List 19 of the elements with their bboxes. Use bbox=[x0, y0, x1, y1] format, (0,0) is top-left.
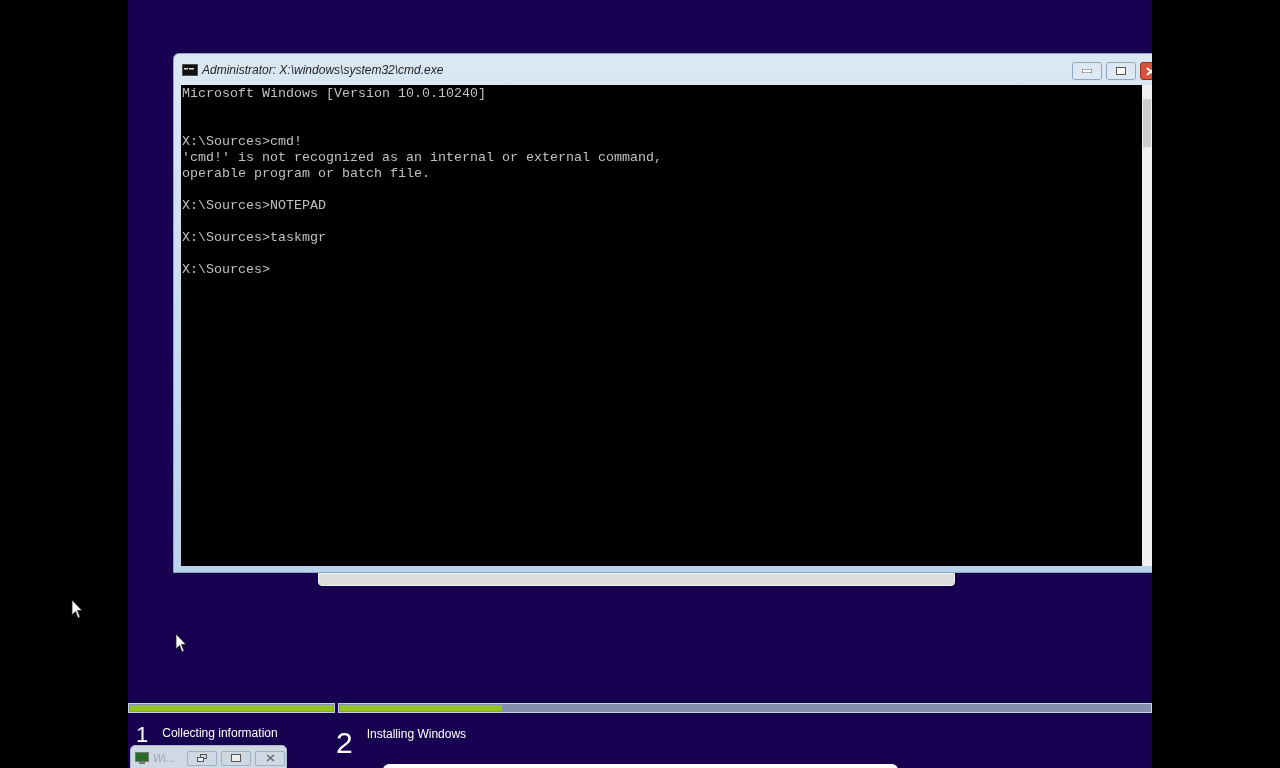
console-output: Microsoft Windows [Version 10.0.10240] X:\Sources>cmd! 'cmd!' is not recognized as an internal or external command, operable program or batch file. X:\Sources>NOTEPAD X:\Sources>taskmgr X:\Sources> bbox=[182, 86, 663, 278]
step-number: 1 bbox=[136, 725, 149, 744]
monitor-icon bbox=[135, 752, 149, 764]
maximize-button[interactable] bbox=[1106, 62, 1136, 80]
mouse-pointer-icon bbox=[71, 599, 83, 619]
maximize-icon bbox=[231, 754, 241, 762]
mouse-pointer-icon bbox=[175, 633, 187, 653]
step-label: Collecting information bbox=[162, 725, 278, 741]
close-button[interactable] bbox=[255, 750, 285, 766]
maximize-icon bbox=[1116, 67, 1126, 75]
maximize-button[interactable] bbox=[221, 750, 251, 766]
minimize-icon bbox=[1082, 69, 1092, 73]
step-label: Installing Windows bbox=[366, 726, 467, 743]
restore-icon bbox=[197, 754, 207, 762]
step-number: 2 bbox=[336, 725, 353, 761]
console-icon bbox=[182, 63, 198, 76]
window-title: Administrator: X:\windows\system32\cmd.exe bbox=[202, 61, 444, 79]
close-icon bbox=[265, 754, 275, 762]
restore-button[interactable] bbox=[187, 750, 217, 766]
